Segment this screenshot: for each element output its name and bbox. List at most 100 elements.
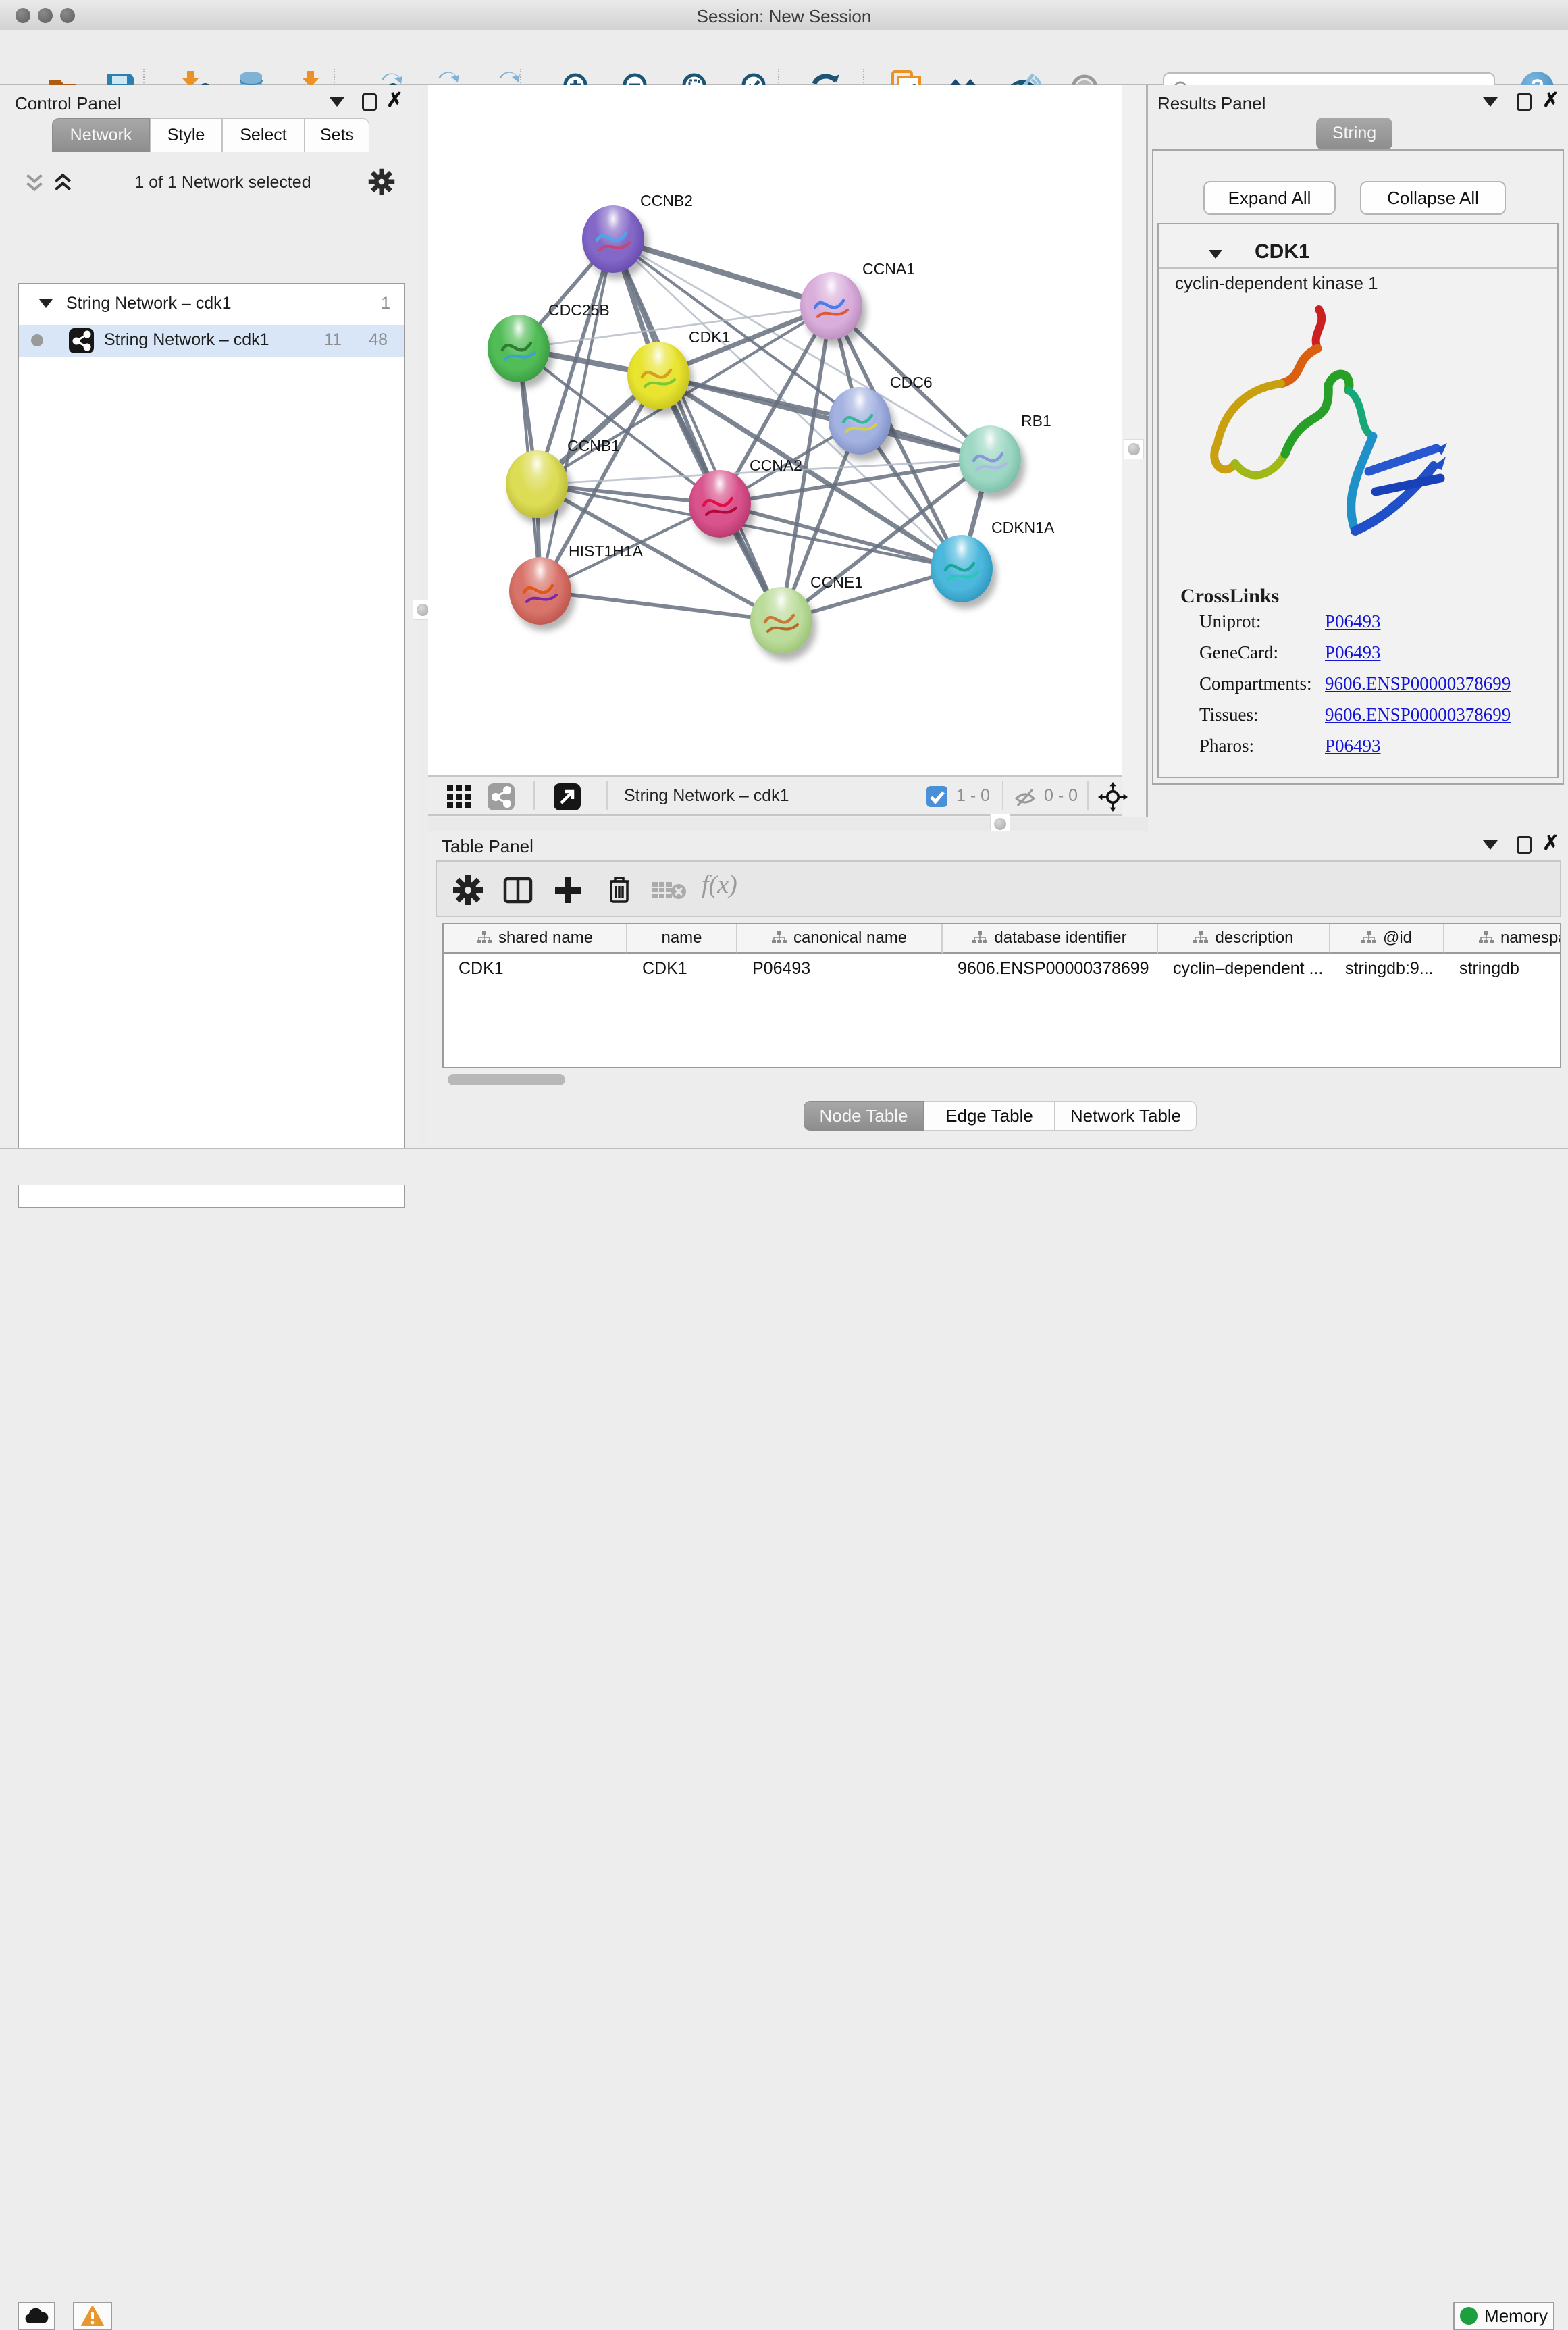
gear-icon[interactable] xyxy=(367,167,396,196)
gear-icon[interactable] xyxy=(452,874,484,906)
function-builder-icon: f(x) xyxy=(702,870,737,900)
horizontal-scrollbar[interactable] xyxy=(448,1074,565,1085)
table-cell[interactable]: P06493 xyxy=(737,955,943,982)
grid-view-icon[interactable] xyxy=(447,785,471,809)
close-panel-icon[interactable]: ✗ xyxy=(1542,835,1559,852)
show-columns-icon[interactable] xyxy=(502,874,534,906)
crosslink-link[interactable]: P06493 xyxy=(1325,735,1381,756)
network-edge-HIST1H1A-CCNE1[interactable] xyxy=(540,591,781,621)
tree-row-network[interactable]: String Network – cdk1 11 48 xyxy=(19,325,404,357)
network-node-CCNE1[interactable] xyxy=(750,587,812,654)
network-edge-CCNB2-HIST1H1A[interactable] xyxy=(540,239,613,591)
cloud-icon xyxy=(24,2307,49,2325)
table-header-cell[interactable]: database identifier xyxy=(943,924,1158,954)
collapse-all-button[interactable]: Collapse All xyxy=(1360,181,1506,215)
network-node-CDK1[interactable] xyxy=(627,342,689,409)
network-view-canvas[interactable]: CCNB2CCNA1CDC25BCDK1CDC6RB1CCNB1CCNA2CDK… xyxy=(428,85,1122,775)
network-share-view-icon[interactable] xyxy=(488,783,515,810)
table-header-cell[interactable]: description xyxy=(1158,924,1330,954)
network-node-CCNB2[interactable] xyxy=(582,205,644,273)
network-node-CDC25B[interactable] xyxy=(488,315,550,382)
crosslink-row: Uniprot:P06493 xyxy=(1199,611,1550,638)
protein-structure-thumbnail xyxy=(940,550,983,590)
delete-column-icon[interactable] xyxy=(603,873,635,905)
float-panel-icon[interactable] xyxy=(362,93,377,111)
expand-all-icon[interactable] xyxy=(51,172,74,193)
crosslink-label: Pharos: xyxy=(1199,735,1254,756)
tab-select[interactable]: Select xyxy=(222,118,305,152)
crosslink-link[interactable]: P06493 xyxy=(1325,642,1381,663)
node-label-CCNB2: CCNB2 xyxy=(640,192,693,210)
network-label: String Network – cdk1 xyxy=(104,330,269,350)
network-node-RB1[interactable] xyxy=(959,425,1021,493)
table-cell[interactable]: 9606.ENSP00000378699 xyxy=(943,955,1158,982)
detach-view-icon[interactable] xyxy=(554,783,581,810)
delete-table-icon xyxy=(652,879,687,902)
collapse-all-icon[interactable] xyxy=(23,172,46,193)
right-splitter-handle[interactable] xyxy=(1124,439,1144,459)
panel-menu-icon[interactable] xyxy=(1483,840,1498,850)
network-edge-CCNB2-CCNA1[interactable] xyxy=(613,239,831,306)
separator xyxy=(533,781,535,810)
table-header-cell[interactable]: @id xyxy=(1330,924,1444,954)
tab-string[interactable]: String xyxy=(1316,118,1392,150)
attribute-tree-icon xyxy=(1361,931,1376,945)
separator xyxy=(1087,781,1089,810)
float-panel-icon[interactable] xyxy=(1517,93,1532,111)
network-edge-CCNB2-CCNE1[interactable] xyxy=(613,239,781,621)
warning-button[interactable] xyxy=(73,2302,112,2330)
network-node-CCNA2[interactable] xyxy=(689,470,751,538)
network-edges xyxy=(428,85,1122,775)
network-node-CCNA1[interactable] xyxy=(800,272,862,340)
table-toolbar: f(x) xyxy=(436,860,1561,917)
network-edge-CDK1-RB1[interactable] xyxy=(658,376,990,459)
tab-style[interactable]: Style xyxy=(150,118,222,152)
crosslink-label: Compartments: xyxy=(1199,673,1311,694)
tab-node-table[interactable]: Node Table xyxy=(804,1101,924,1131)
table-header-cell[interactable]: name xyxy=(627,924,737,954)
birds-eye-view-icon[interactable] xyxy=(1098,782,1128,812)
crosslink-link[interactable]: 9606.ENSP00000378699 xyxy=(1325,704,1511,725)
network-node-CDC6[interactable] xyxy=(829,387,891,455)
close-panel-icon[interactable]: ✗ xyxy=(386,92,403,109)
crosslink-link[interactable]: P06493 xyxy=(1325,611,1381,632)
network-edge-count: 48 xyxy=(354,330,388,350)
panel-menu-icon[interactable] xyxy=(330,97,344,107)
panel-menu-icon[interactable] xyxy=(1483,97,1498,107)
table-header-cell[interactable]: namespace xyxy=(1444,924,1561,954)
table-cell[interactable]: stringdb xyxy=(1444,955,1561,982)
selected-checkbox-icon[interactable] xyxy=(926,786,947,807)
memory-status-icon xyxy=(1460,2307,1478,2325)
tab-network[interactable]: Network xyxy=(52,118,150,152)
protein-structure-image xyxy=(1178,297,1482,577)
hidden-eye-icon xyxy=(1012,787,1039,808)
add-column-icon[interactable] xyxy=(552,874,584,906)
table-cell[interactable]: CDK1 xyxy=(627,955,737,982)
network-node-CDKN1A[interactable] xyxy=(931,535,993,602)
expand-all-button[interactable]: Expand All xyxy=(1203,181,1336,215)
attribute-tree-icon xyxy=(772,931,787,945)
crosslink-link[interactable]: 9606.ENSP00000378699 xyxy=(1325,673,1511,694)
table-cell[interactable]: cyclin–dependent ... xyxy=(1158,955,1330,982)
network-view-toolbar: String Network – cdk1 1 - 0 0 - 0 xyxy=(428,775,1122,816)
tree-expand-icon[interactable] xyxy=(39,299,53,308)
tab-sets[interactable]: Sets xyxy=(305,118,369,152)
network-node-HIST1H1A[interactable] xyxy=(509,557,571,625)
float-panel-icon[interactable] xyxy=(1517,836,1532,854)
memory-button[interactable]: Memory xyxy=(1453,2302,1554,2330)
cloud-button[interactable] xyxy=(18,2302,55,2330)
tree-row-collection[interactable]: String Network – cdk1 1 xyxy=(19,292,404,323)
tab-edge-table[interactable]: Edge Table xyxy=(924,1101,1055,1131)
memory-label: Memory xyxy=(1484,2306,1548,2327)
table-cell[interactable]: CDK1 xyxy=(444,955,627,982)
left-splitter[interactable] xyxy=(419,85,428,1148)
close-panel-icon[interactable]: ✗ xyxy=(1542,92,1559,109)
table-header-cell[interactable]: shared name xyxy=(444,924,627,954)
crosslink-row: Compartments: 9606.ENSP00000378699 xyxy=(1199,673,1550,700)
node-table[interactable]: shared namenamecanonical namedatabase id… xyxy=(442,923,1561,1068)
tab-network-table[interactable]: Network Table xyxy=(1055,1101,1197,1131)
collapse-gene-icon[interactable] xyxy=(1209,250,1222,259)
table-cell[interactable]: stringdb:9... xyxy=(1330,955,1444,982)
table-header-cell[interactable]: canonical name xyxy=(737,924,943,954)
network-node-CCNB1[interactable] xyxy=(506,450,568,518)
